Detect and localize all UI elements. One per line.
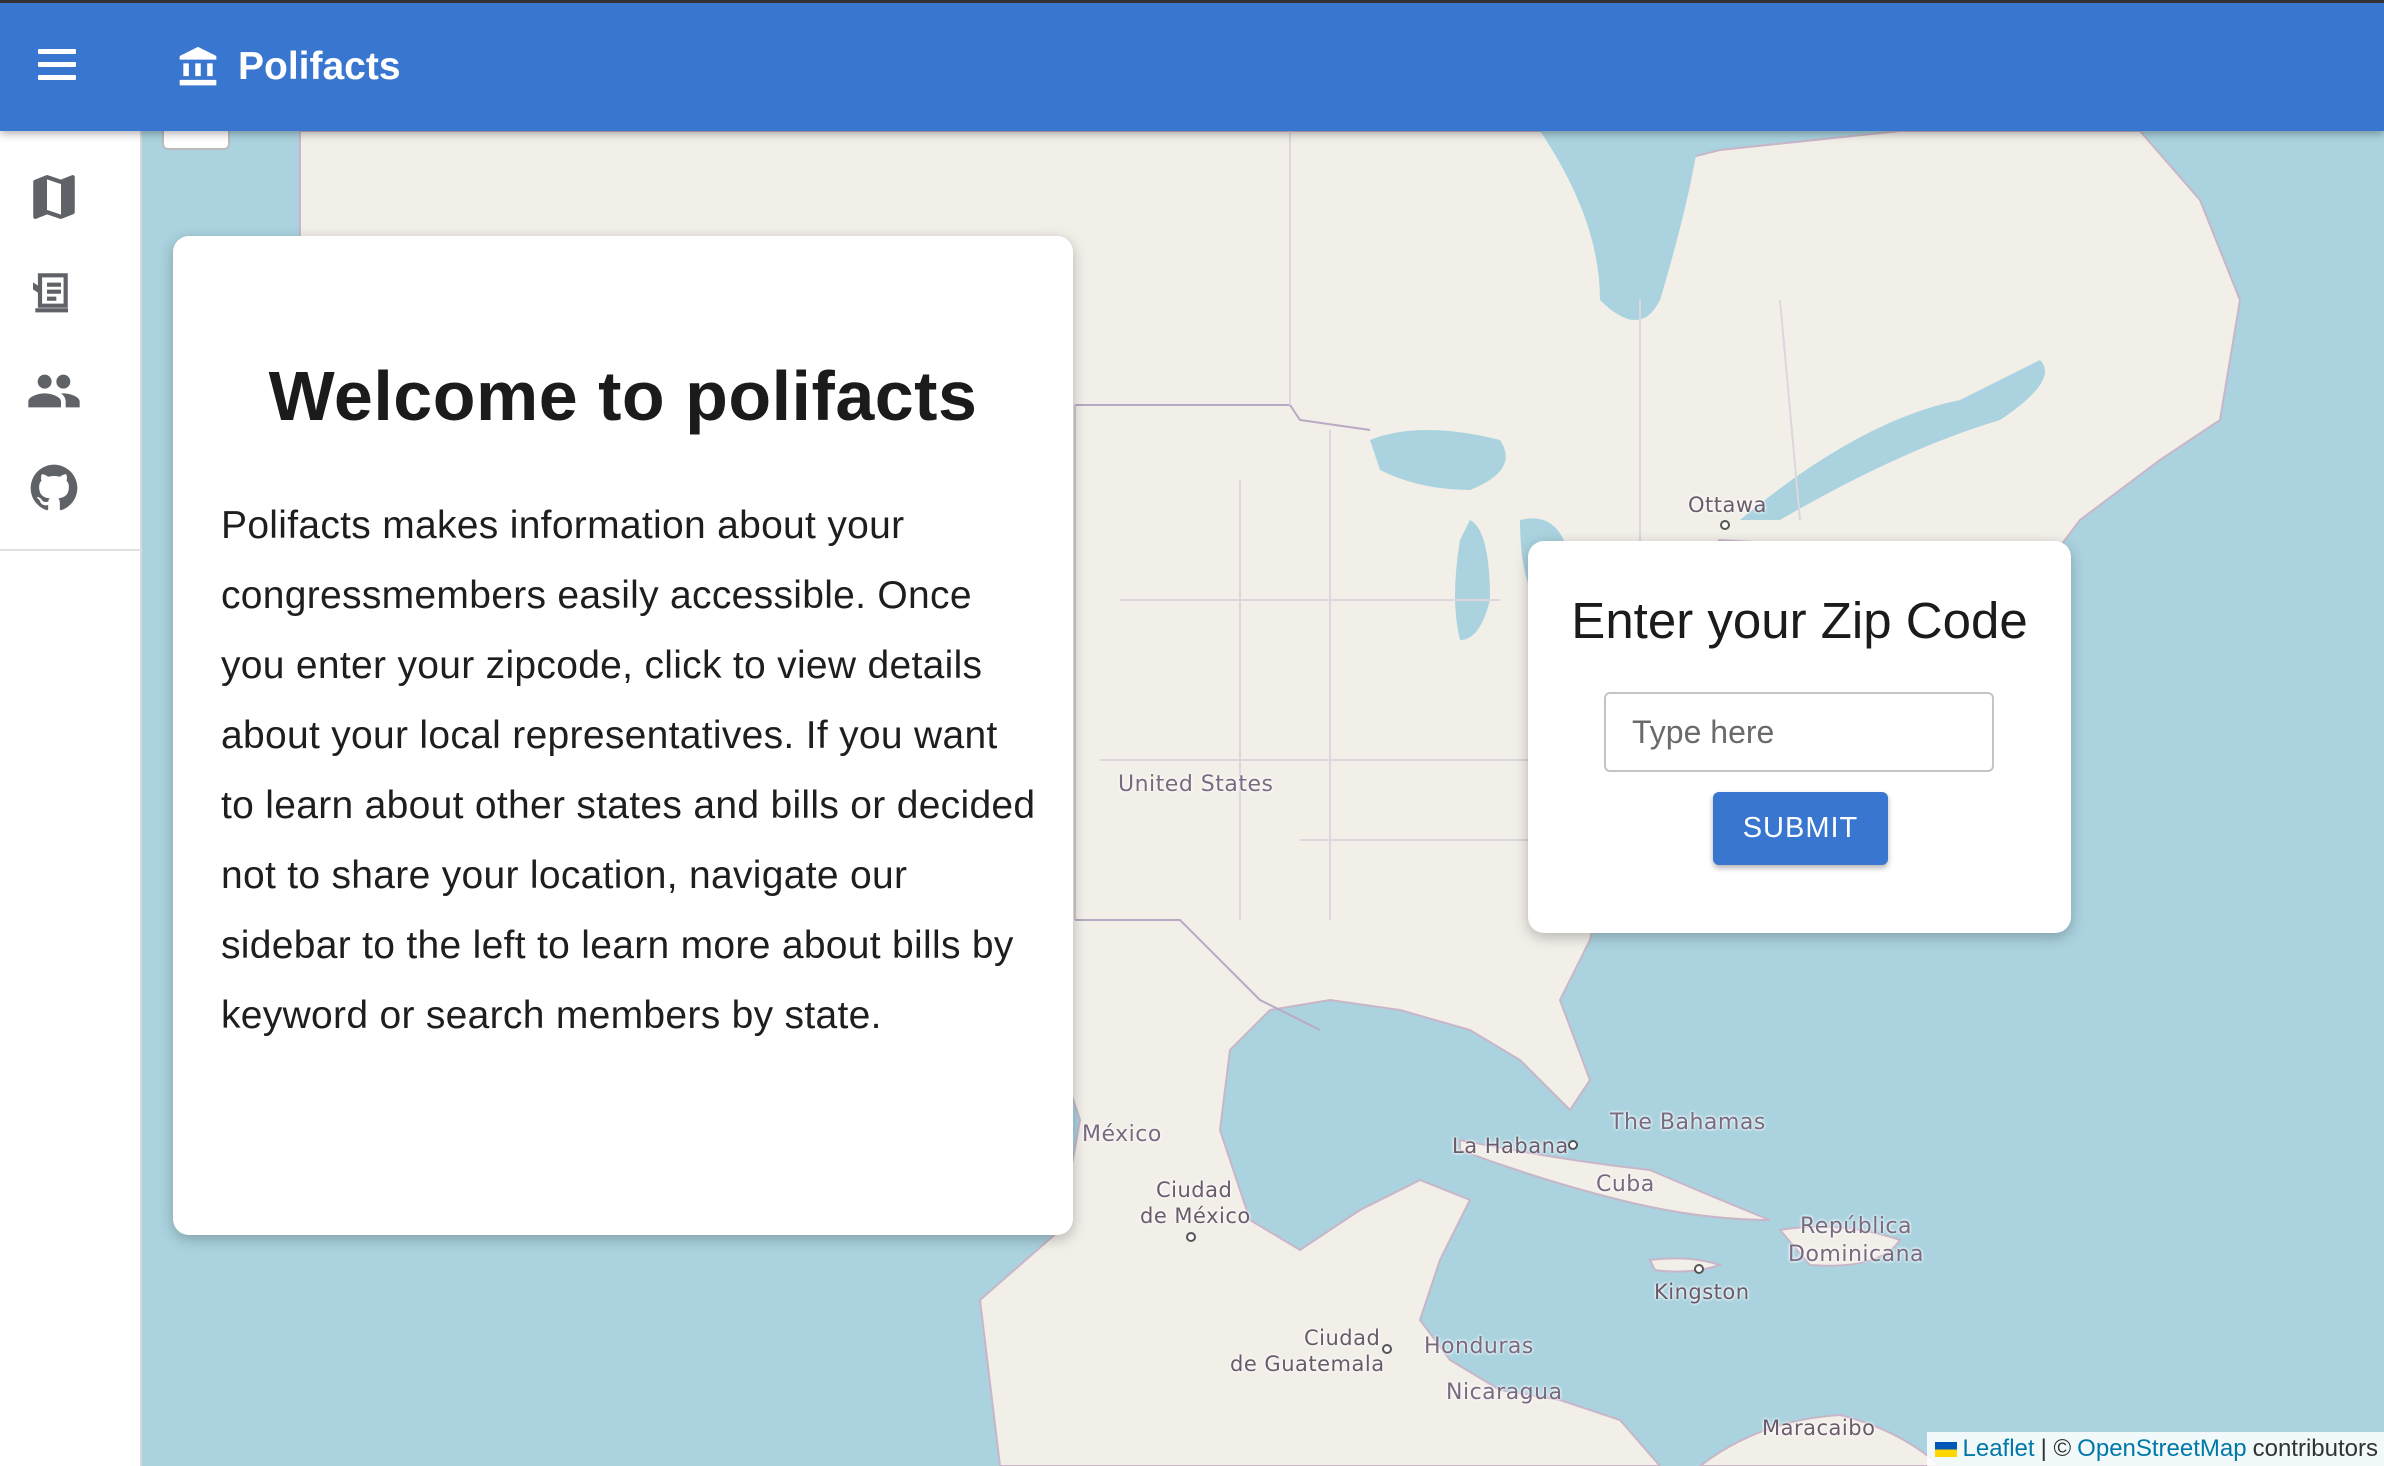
city-marker xyxy=(1720,520,1730,530)
city-marker xyxy=(1186,1232,1196,1242)
welcome-card: Welcome to polifacts Polifacts makes inf… xyxy=(173,236,1073,1235)
submit-button[interactable]: SUBMIT xyxy=(1713,792,1888,865)
people-icon xyxy=(28,374,80,408)
sidebar-item-map[interactable] xyxy=(26,169,82,225)
map-label-ciudad-mexico-2: de México xyxy=(1140,1204,1251,1228)
sidebar xyxy=(0,131,142,1466)
map-label-ottawa: Ottawa xyxy=(1688,493,1767,517)
menu-button[interactable] xyxy=(38,49,86,89)
city-marker xyxy=(1382,1344,1392,1354)
welcome-text: Polifacts makes information about your c… xyxy=(221,504,1036,1037)
map-label-kingston: Kingston xyxy=(1654,1280,1750,1304)
zip-code-input[interactable] xyxy=(1604,692,1994,772)
map-label-ciudad-mexico-1: Ciudad xyxy=(1156,1178,1233,1202)
map-label-guatemala-1: Ciudad xyxy=(1304,1326,1381,1350)
bank-icon xyxy=(179,46,217,86)
menu-icon-line xyxy=(38,75,76,80)
map-label-la-habana: La Habana xyxy=(1452,1134,1569,1158)
bill-icon xyxy=(33,273,68,313)
openstreetmap-link[interactable]: OpenStreetMap xyxy=(2077,1435,2246,1463)
sidebar-item-members[interactable] xyxy=(26,363,82,419)
sidebar-divider xyxy=(0,549,142,551)
map-label-rep-dom-1: República xyxy=(1800,1214,1913,1239)
sidebar-item-github[interactable] xyxy=(26,460,82,516)
map-attribution: Leaflet | © OpenStreetMap contributors xyxy=(1926,1432,2384,1466)
city-marker xyxy=(1568,1140,1578,1150)
github-icon xyxy=(30,464,78,511)
app-title[interactable]: Polifacts xyxy=(238,45,401,89)
city-marker xyxy=(1694,1264,1704,1274)
map-label-maracaibo: Maracaibo xyxy=(1762,1416,1876,1440)
map-icon xyxy=(33,175,75,219)
zip-card: Enter your Zip Code SUBMIT xyxy=(1528,541,2071,933)
map-label-mexico: México xyxy=(1082,1122,1162,1147)
map-label-honduras: Honduras xyxy=(1424,1334,1534,1359)
sidebar-item-bills[interactable] xyxy=(26,266,82,322)
app-bar: Polifacts xyxy=(0,0,2384,131)
map-label-bahamas: The Bahamas xyxy=(1610,1110,1766,1135)
map-label-united-states: United States xyxy=(1118,772,1274,797)
map-label-guatemala-2: de Guatemala xyxy=(1230,1352,1385,1376)
leaflet-link[interactable]: Leaflet xyxy=(1963,1435,2035,1463)
map-label-nicaragua: Nicaragua xyxy=(1446,1380,1563,1405)
menu-icon-line xyxy=(38,62,76,67)
map-label-rep-dom-2: Dominicana xyxy=(1788,1242,1925,1267)
zip-title: Enter your Zip Code xyxy=(1571,592,2028,649)
map-label-cuba: Cuba xyxy=(1596,1172,1655,1197)
ukraine-flag-icon xyxy=(1934,1441,1957,1457)
menu-icon-line xyxy=(38,49,76,54)
attribution-contributors: contributors xyxy=(2252,1435,2378,1462)
attribution-separator: | © xyxy=(2040,1435,2072,1462)
welcome-title: Welcome to polifacts xyxy=(268,357,978,435)
